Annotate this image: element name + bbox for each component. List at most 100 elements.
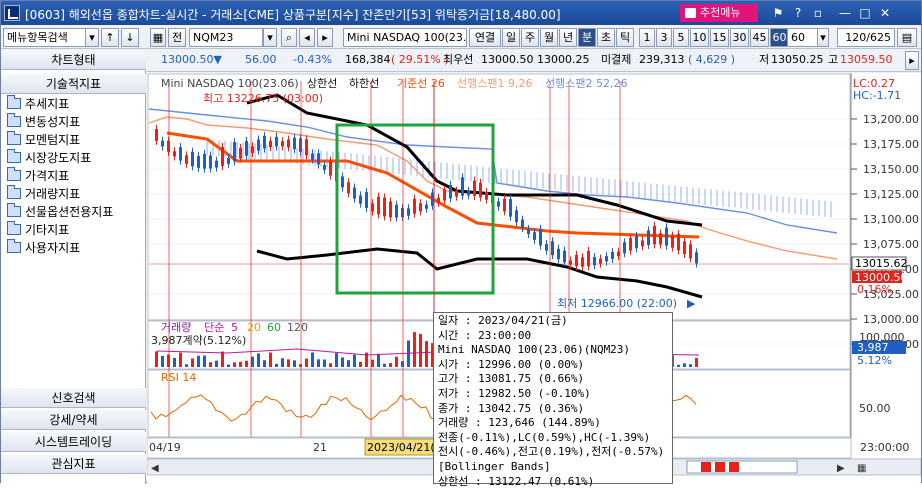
price-axis-label: 13,175.00 (863, 138, 919, 151)
price-axis-label: 13,150.00 (863, 163, 919, 176)
volume-bar (329, 363, 332, 367)
chart-type-header[interactable]: 차트형태 (1, 50, 146, 70)
candle-body (599, 258, 602, 264)
hc-value: HC:-1.71 (853, 89, 901, 102)
period-button-7[interactable]: 틱 (616, 28, 634, 47)
system-trading-header[interactable]: 시스템트레이딩 (1, 432, 146, 452)
time-axis-right: 23:00:00 (860, 441, 909, 454)
candle-body (209, 155, 212, 169)
settings-icon[interactable]: ▤ (897, 28, 917, 47)
period-button-3[interactable]: 월 (540, 28, 558, 47)
volume-bar (155, 351, 158, 367)
candle-body (563, 250, 566, 263)
indicator-folder-4[interactable]: 가격지표 (7, 167, 69, 185)
low-marker: 최저 12966.00 (22:00) (557, 297, 677, 310)
chevron-down-icon[interactable]: ▾ (85, 28, 99, 47)
candle-body (191, 151, 194, 167)
candle-body (509, 199, 512, 217)
arrow-up-icon[interactable]: ↑ (101, 28, 119, 47)
arrow-down-icon[interactable]: ↓ (121, 28, 139, 47)
indicator-folder-6[interactable]: 선물옵션전용지표 (7, 203, 113, 221)
period-button-0[interactable]: 연결 (469, 28, 501, 47)
candle-body (365, 192, 368, 208)
close-button[interactable]: ✕ (877, 5, 893, 21)
interval-button-5[interactable]: 5 (673, 28, 689, 47)
legend-span1: 선행스팬1 9,26 (457, 77, 532, 90)
candle-body (623, 242, 626, 254)
scroll-left-icon[interactable]: ◀ (151, 463, 159, 474)
volume-bar (191, 358, 194, 367)
signal-search-header[interactable]: 신호검색 (1, 388, 146, 408)
bull-bear-header[interactable]: 강세/약세 (1, 410, 146, 430)
candle-body (665, 227, 668, 246)
indicator-folder-2[interactable]: 모멘텀지표 (7, 131, 80, 149)
zoom-out-icon[interactable] (715, 462, 725, 472)
candle-body (515, 210, 518, 223)
low-price: 13050.25 (771, 53, 824, 66)
help-icon[interactable]: ? (790, 5, 806, 21)
legend-span2: 선행스팬2 52,26 (545, 77, 627, 90)
volume-bar (293, 360, 296, 367)
volume-bar (167, 354, 170, 367)
minimize-button[interactable]: — (837, 5, 853, 21)
interval-button-3[interactable]: 3 (656, 28, 672, 47)
all-button[interactable]: 전 (168, 28, 186, 47)
scroll-right-end-icon[interactable]: ▶ (837, 463, 845, 474)
tooltip-line-2: Mini NASDAQ 100(23.06)(NQM23) (438, 343, 631, 357)
shopping-bag-icon (685, 8, 696, 18)
folder-icon (7, 95, 21, 109)
interval-button-1[interactable]: 1 (639, 28, 655, 47)
indicator-folder-8[interactable]: 사용자지표 (7, 239, 80, 257)
candle-body (545, 244, 548, 251)
volume-bar (389, 363, 392, 367)
interval-button-15[interactable]: 15 (710, 28, 729, 47)
maximize-button[interactable]: □ (857, 5, 873, 21)
candle-body (557, 248, 560, 260)
interval-button-10[interactable]: 10 (690, 28, 709, 47)
volume-bar (395, 356, 398, 367)
period-button-5[interactable]: 분 (578, 28, 596, 47)
symbol-prev-icon[interactable]: ◂ (299, 28, 315, 47)
price-axis-label: 13,125.00 (863, 188, 919, 201)
period-button-2[interactable]: 주 (521, 28, 539, 47)
legend-base: 기준선 26 (397, 77, 445, 90)
candle-body (347, 182, 350, 194)
interval-button-30[interactable]: 30 (730, 28, 749, 47)
indicator-folder-3[interactable]: 시장강도지표 (7, 149, 91, 167)
candle-body (311, 153, 314, 160)
indicator-folder-5[interactable]: 거래량지표 (7, 185, 80, 203)
favorite-indicator-header[interactable]: 관심지표 (1, 454, 146, 474)
symbol-input[interactable]: NQM23 (189, 28, 263, 47)
recommend-menu-label: 추천메뉴 (700, 6, 741, 19)
reset-icon[interactable] (729, 462, 739, 472)
time-axis-mid: 21 (313, 441, 327, 454)
indicator-folder-0[interactable]: 추세지표 (7, 95, 69, 113)
quote-bar: 13000.50▼ 56.00 -0.43% 168,384 ( 29.51% … (147, 50, 921, 72)
candle-body (215, 160, 218, 168)
best-ask-label: 최우선 (443, 53, 474, 66)
period-button-6[interactable]: 초 (597, 28, 615, 47)
symbol-next-icon[interactable]: ▸ (317, 28, 333, 47)
indicator-folder-1[interactable]: 변동성지표 (7, 113, 80, 131)
interval-button-45[interactable]: 45 (750, 28, 769, 47)
technical-indicator-header[interactable]: 기술적지표 (1, 74, 146, 94)
flag-icon[interactable]: ⚑ (770, 5, 786, 21)
price-pct-tag: 0.16% (857, 283, 892, 296)
symbol-name-field: Mini NASDAQ 100(23.0 (343, 28, 467, 47)
candle-body (161, 140, 164, 147)
grid-icon[interactable]: ▦ (150, 28, 166, 47)
period-button-1[interactable]: 일 (502, 28, 520, 47)
chart-tool-icon[interactable]: ▦ (857, 463, 866, 474)
ma-20: 20 (247, 321, 261, 334)
indicator-folder-7[interactable]: 기타지표 (7, 221, 69, 239)
chart-area[interactable]: Mini NASDAQ 100(23.06) 상한선 하한선 기준선 26 선행… (146, 73, 922, 488)
scroll-right-icon[interactable]: ▸ (905, 51, 919, 70)
candle-body (395, 204, 398, 218)
symbol-dropdown-icon[interactable]: ▾ (263, 28, 277, 47)
recommend-menu-button[interactable]: 추천메뉴 (680, 4, 758, 22)
interval-dropdown-icon[interactable]: ▾ (817, 28, 829, 47)
restore-icon[interactable]: ▫ (810, 5, 826, 21)
zoom-in-icon[interactable] (701, 462, 711, 472)
search-icon[interactable]: ⌕ (281, 28, 297, 47)
period-button-4[interactable]: 년 (559, 28, 577, 47)
